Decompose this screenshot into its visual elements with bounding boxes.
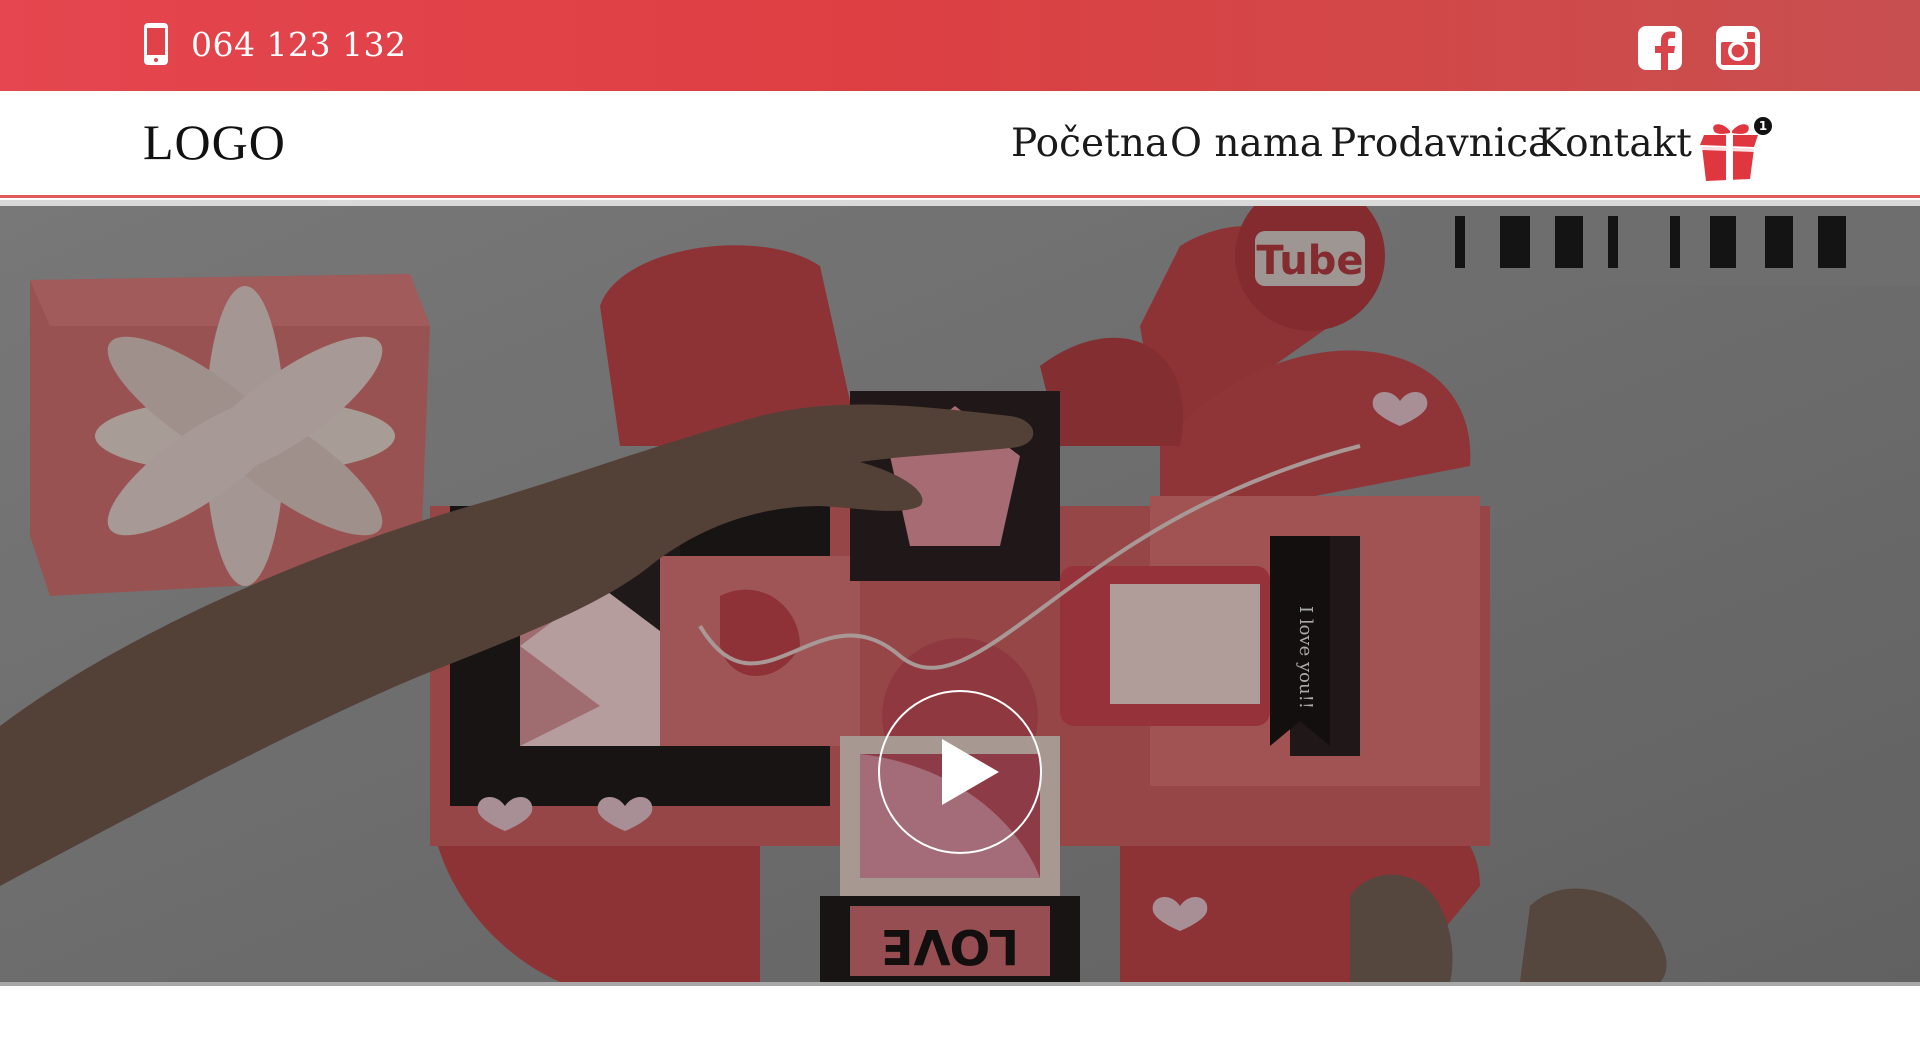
facebook-icon[interactable] bbox=[1638, 26, 1682, 70]
header-accent-line bbox=[0, 195, 1920, 198]
mobile-phone-icon bbox=[144, 23, 168, 65]
video-bottom-border bbox=[0, 982, 1920, 986]
site-header: LOGO Početna O nama Prodavnica Kontakt 1 bbox=[0, 91, 1920, 195]
nav-item-prodavnica[interactable]: Prodavnica bbox=[1330, 121, 1551, 166]
phone-number: 064 123 132 bbox=[191, 24, 407, 64]
video-thumbnail-image: LOVE I love you!! Tube bbox=[0, 206, 1920, 982]
cart-count-badge: 1 bbox=[1754, 117, 1772, 135]
nav-item-o-nama[interactable]: O nama bbox=[1170, 121, 1323, 166]
top-bar: 064 123 132 bbox=[0, 0, 1920, 91]
nav-item-pocetna[interactable]: Početna bbox=[1011, 121, 1168, 166]
main-nav: Početna O nama Prodavnica Kontakt bbox=[0, 121, 1920, 177]
play-icon[interactable] bbox=[877, 689, 1043, 855]
nav-item-kontakt[interactable]: Kontakt bbox=[1537, 121, 1692, 166]
phone-contact[interactable]: 064 123 132 bbox=[143, 22, 406, 66]
instagram-icon[interactable] bbox=[1716, 26, 1760, 70]
hero-video[interactable]: LOVE I love you!! Tube bbox=[0, 206, 1920, 982]
cart-button[interactable]: 1 bbox=[1696, 117, 1776, 183]
